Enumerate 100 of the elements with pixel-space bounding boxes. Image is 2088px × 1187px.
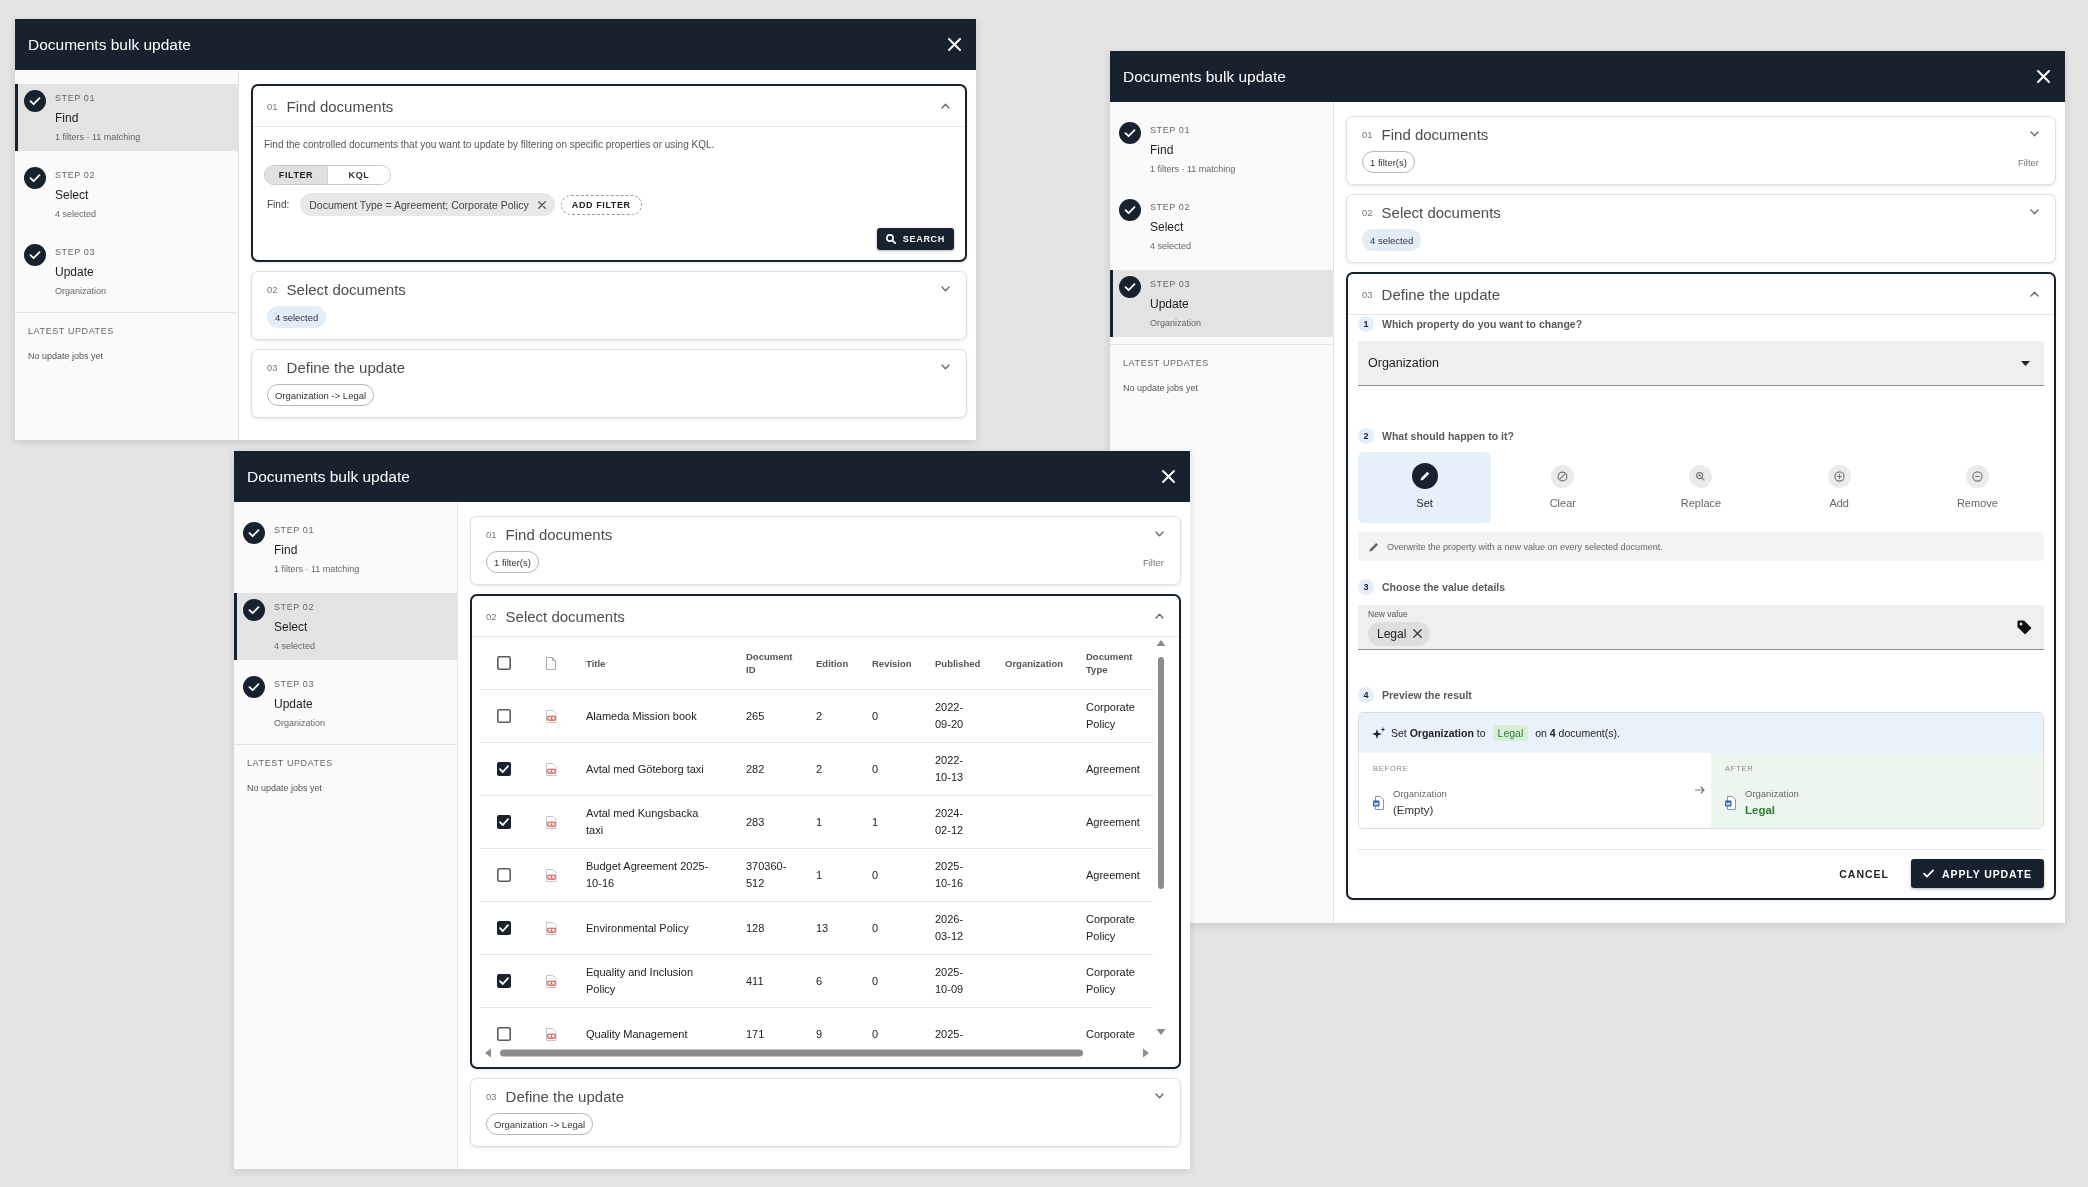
summary-tag: Organization -> Legal — [267, 384, 375, 406]
row-checkbox[interactable] — [497, 709, 511, 723]
step-item[interactable]: STEP 02 Select 4 selected — [1110, 193, 1333, 260]
chevron-down-icon[interactable] — [2030, 131, 2039, 137]
table-cell-text: 0 — [872, 867, 879, 883]
close-button[interactable] — [1162, 470, 1175, 483]
document-icon — [546, 868, 557, 882]
chevron-down-icon[interactable] — [941, 364, 950, 370]
column-header: Revision — [872, 656, 912, 670]
mode-tab[interactable]: FILTER — [265, 166, 328, 184]
row-checkbox[interactable] — [497, 762, 511, 776]
section-title: Define the update — [505, 1087, 624, 1105]
step-item[interactable]: STEP 01 Find 1 filters · 11 matching — [15, 84, 238, 151]
add-filter-button[interactable]: ADD FILTER — [560, 194, 642, 215]
plus-circle-icon — [1827, 464, 1851, 488]
value-chip[interactable]: Legal — [1368, 621, 1431, 646]
chevron-down-icon[interactable] — [1155, 531, 1164, 537]
chevron-down-icon[interactable] — [2030, 209, 2039, 215]
remove-icon[interactable] — [1413, 629, 1423, 638]
ban-icon — [1551, 464, 1575, 488]
document-icon — [546, 709, 557, 723]
section-title: Find documents — [286, 97, 394, 115]
step-item[interactable]: STEP 03 Update Organization — [15, 238, 238, 305]
sparkle-icon — [1372, 726, 1386, 740]
row-checkbox[interactable] — [497, 868, 511, 882]
apply-update-button[interactable]: APPLY UPDATE — [1911, 859, 2044, 888]
table-cell-text: 2022-09-20 — [935, 700, 965, 732]
table-cell-text: 2025-10-09 — [935, 965, 965, 997]
chevron-up-icon[interactable] — [1155, 613, 1164, 619]
table-cell-text: Environmental Policy — [586, 920, 689, 936]
table-cell-text: 2022-10-13 — [935, 753, 965, 785]
select-all-checkbox[interactable] — [497, 656, 511, 670]
table-cell-text: Corporate Policy — [1086, 912, 1136, 944]
search-button[interactable]: SEARCH — [876, 228, 954, 250]
action-option[interactable]: Set — [1358, 452, 1492, 523]
section-number: 02 — [267, 283, 278, 295]
cancel-button[interactable]: CANCEL — [1829, 859, 1900, 888]
property-select[interactable]: Organization — [1358, 341, 2044, 386]
table-cell-text: 13 — [816, 920, 829, 936]
old-value-text: (Empty) — [1393, 803, 1434, 818]
chevron-up-icon[interactable] — [941, 103, 950, 109]
table-cell-text: 9 — [816, 1026, 823, 1042]
step-item[interactable]: STEP 03 Update Organization — [1110, 270, 1333, 337]
tag-icon — [2017, 619, 2032, 635]
step-name: Select — [1150, 219, 1184, 236]
chevron-down-icon[interactable] — [941, 286, 950, 292]
close-button[interactable] — [2037, 70, 2050, 83]
step-number: STEP 01 — [1150, 124, 1191, 137]
action-option[interactable]: Remove — [1910, 452, 2044, 523]
table-cell-text: 128 — [746, 920, 765, 936]
remove-icon[interactable] — [537, 200, 546, 209]
step-detail: Organization — [1150, 317, 1202, 330]
chevron-up-icon[interactable] — [2030, 291, 2039, 297]
step-item[interactable]: STEP 02 Select 4 selected — [15, 161, 238, 228]
table-cell-text: 2025-10-16 — [935, 859, 965, 891]
row-checkbox[interactable] — [497, 921, 511, 935]
section-title: Select documents — [286, 280, 406, 298]
table-cell-text: Alameda Mission book — [586, 708, 697, 724]
action-option[interactable]: Replace — [1634, 452, 1768, 523]
table-cell-text: Corporate Policy — [1086, 700, 1136, 732]
new-value-text: Legal — [1745, 803, 1776, 818]
step-number: STEP 02 — [274, 601, 315, 614]
section-title: Define the update — [1381, 285, 1500, 303]
filter-chip[interactable]: Document Type = Agreement; Corporate Policy — [300, 193, 555, 216]
document-icon — [546, 921, 557, 935]
document-icon — [546, 815, 557, 829]
step-detail: Organization — [274, 717, 326, 730]
close-button[interactable] — [948, 38, 961, 51]
step-item[interactable]: STEP 03 Update Organization — [234, 670, 457, 737]
property-label: Organization — [1393, 788, 1447, 800]
step-detail: 1 filters · 11 matching — [55, 131, 141, 144]
find-label: Find: — [267, 199, 290, 210]
step-detail: 1 filters · 11 matching — [274, 563, 360, 576]
step-item[interactable]: STEP 01 Find 1 filters · 11 matching — [234, 516, 457, 583]
close-icon — [2037, 70, 2050, 83]
action-option[interactable]: Clear — [1496, 452, 1630, 523]
table-cell-text: 2 — [816, 708, 823, 724]
table-cell-text: 0 — [872, 1026, 879, 1042]
column-header: Document ID — [746, 650, 794, 676]
row-checkbox[interactable] — [497, 1027, 511, 1041]
row-checkbox[interactable] — [497, 974, 511, 988]
table-cell-text: 283 — [746, 814, 765, 830]
value-field[interactable]: New value Legal — [1358, 605, 2044, 650]
caret-icon — [2021, 360, 2030, 366]
column-header: Organization — [1005, 656, 1064, 670]
document-icon — [546, 762, 557, 776]
row-checkbox[interactable] — [497, 815, 511, 829]
summary-tag: 4 selected — [267, 306, 327, 328]
section-title: Find documents — [1381, 125, 1489, 143]
action-option[interactable]: Add — [1772, 452, 1906, 523]
field-label: New value — [1368, 608, 1408, 619]
step-item[interactable]: STEP 02 Select 4 selected — [234, 593, 457, 660]
table-cell-text: 6 — [816, 973, 823, 989]
table-cell-text: 2024-02-12 — [935, 806, 965, 838]
column-header: Title — [586, 656, 606, 670]
section-title: Select documents — [505, 607, 625, 625]
preview-text: on 4 document(s). — [1535, 727, 1620, 739]
step-item[interactable]: STEP 01 Find 1 filters · 11 matching — [1110, 116, 1333, 183]
section-number: 03 — [1362, 288, 1373, 300]
chevron-down-icon[interactable] — [1155, 1093, 1164, 1099]
